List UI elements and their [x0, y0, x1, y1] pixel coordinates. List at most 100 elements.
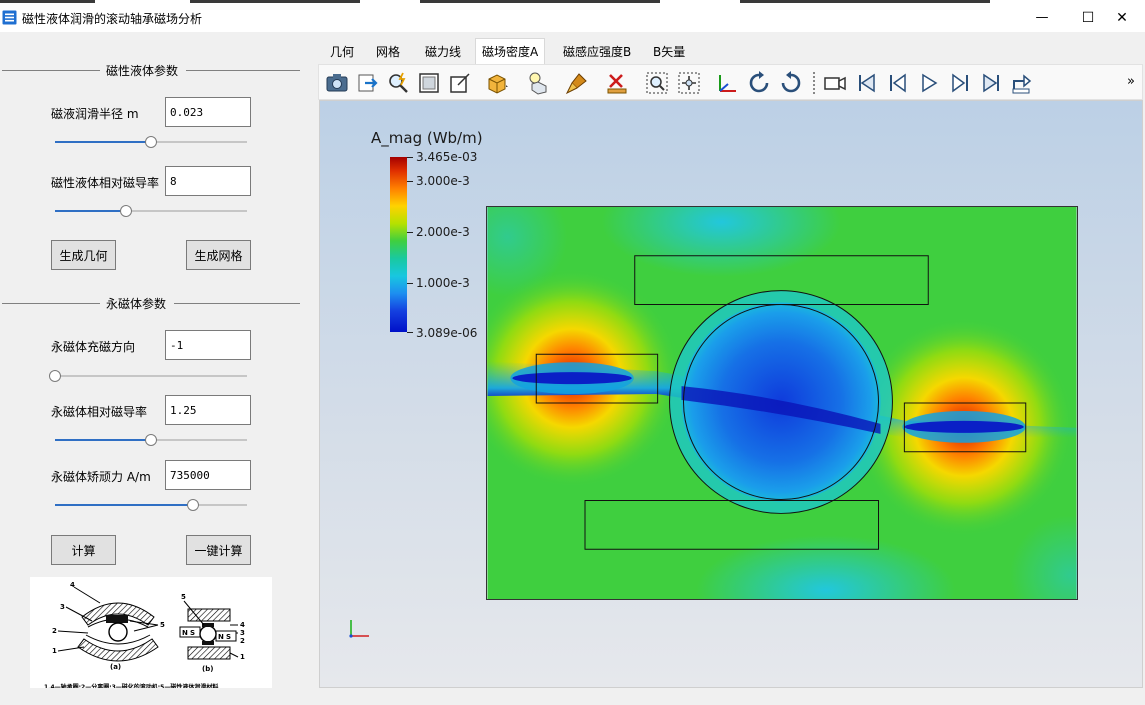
axes-icon[interactable]	[715, 71, 739, 95]
slider-thumb[interactable]	[49, 370, 61, 382]
diagram-sublabel-b: (b)	[202, 665, 213, 673]
toolbar-overflow-button[interactable]: »	[1127, 74, 1135, 89]
radius-slider[interactable]	[55, 136, 247, 148]
representation-icon[interactable]	[485, 71, 509, 95]
one-click-compute-button[interactable]: 一键计算	[186, 535, 251, 565]
magnet-permeability-label: 永磁体相对磁导率	[51, 405, 148, 419]
magnet-permeability-slider[interactable]	[55, 434, 247, 446]
colorbar-title: A_mag (Wb/m)	[371, 129, 483, 147]
colorbar-tick-label: 1.000e-3	[416, 276, 470, 290]
colorbar-tick	[407, 283, 413, 284]
slider-thumb[interactable]	[145, 136, 157, 148]
edit-icon[interactable]	[448, 71, 472, 95]
coercivity-slider[interactable]	[55, 499, 247, 511]
colorbar-tick	[407, 181, 413, 182]
tab-b-vector[interactable]: B矢量	[647, 38, 691, 64]
colorbar-tick	[407, 332, 413, 333]
generate-mesh-button[interactable]: 生成网格	[186, 240, 251, 270]
app-icon	[2, 10, 17, 25]
magnet-pole-label: S	[226, 633, 231, 641]
zoom-box-icon[interactable]	[645, 71, 669, 95]
close-icon: ✕	[1116, 9, 1128, 26]
first-frame-icon[interactable]	[855, 71, 879, 95]
magnet-section-title: 永磁体参数	[106, 297, 167, 311]
clear-icon[interactable]	[605, 71, 629, 95]
magnetization-label: 永磁体充磁方向	[51, 340, 136, 354]
magnet-permeability-input[interactable]	[165, 395, 251, 425]
slider-thumb[interactable]	[120, 205, 133, 217]
brush-icon[interactable]	[565, 71, 589, 95]
diagram-label: 2	[52, 627, 57, 635]
diagram-label: 3	[60, 603, 65, 611]
diagram-label: 2	[240, 637, 245, 645]
slider-thumb[interactable]	[145, 434, 157, 446]
window-title: 磁性液体润滑的滚动轴承磁场分析	[22, 12, 203, 26]
lighting-icon[interactable]	[526, 71, 550, 95]
parameter-panel: 磁性液体参数 磁液润滑半径 m 磁性液体相对磁导率 生成几何 生成网格 永磁体参…	[0, 32, 308, 705]
generate-geometry-button[interactable]: 生成几何	[51, 240, 116, 270]
zoom-fit-icon[interactable]	[677, 71, 701, 95]
radius-label: 磁液润滑半径 m	[51, 107, 139, 121]
bearing-diagram-drawing: 4 3 2 1 5 (a) N S N S 5 4 3 2 1 (b)	[44, 581, 245, 691]
camera-icon[interactable]	[325, 71, 349, 95]
tab-geometry[interactable]: 几何	[324, 38, 360, 64]
last-frame-icon[interactable]	[979, 71, 1003, 95]
toolbar-separator	[813, 72, 815, 94]
coercivity-label: 永磁体矫顽力 A/m	[51, 470, 151, 484]
orientation-axes-icon	[349, 620, 369, 638]
colorbar-tick-label: 3.000e-3	[416, 174, 470, 188]
colorbar-tick-label: 2.000e-3	[416, 225, 470, 239]
colorbar-tick	[407, 232, 413, 233]
app-window: 磁性液体润滑的滚动轴承磁场分析 — ☐ ✕ 磁性液体参数 磁液润滑半径 m 磁性…	[0, 0, 1145, 705]
magnet-section-header: 永磁体参数	[0, 295, 300, 311]
bearing-diagram: 4 3 2 1 5 (a) N S N S 5 4 3 2 1 (b)	[30, 577, 272, 697]
render-toolbar: »	[318, 64, 1143, 100]
diagram-label: 3	[240, 629, 245, 637]
query-icon[interactable]	[386, 71, 410, 95]
colorbar	[390, 157, 407, 332]
slider-thumb[interactable]	[187, 499, 200, 511]
radius-input[interactable]	[165, 97, 251, 127]
next-frame-icon[interactable]	[948, 71, 972, 95]
diagram-label: 4	[240, 621, 245, 629]
permeability-label: 磁性液体相对磁导率	[51, 176, 160, 190]
magnet-pole-label: N	[182, 629, 188, 637]
rotate-cw-icon[interactable]	[747, 71, 771, 95]
tab-mesh[interactable]: 网格	[370, 38, 406, 64]
prev-frame-icon[interactable]	[886, 71, 910, 95]
loop-icon[interactable]	[1010, 71, 1034, 95]
record-icon[interactable]	[823, 71, 847, 95]
diagram-label: 1	[52, 647, 57, 655]
rotate-ccw-icon[interactable]	[779, 71, 803, 95]
diagram-sublabel-a: (a)	[110, 663, 121, 671]
coercivity-input[interactable]	[165, 460, 251, 490]
magnetization-slider[interactable]	[49, 370, 247, 382]
colorbar-max-label: 3.465e-03	[416, 150, 478, 164]
magnetic-fluid-section-title: 磁性液体参数	[106, 64, 179, 78]
diagram-label: 4	[70, 581, 75, 589]
tab-flux-density-b[interactable]: 磁感应强度B	[557, 38, 637, 64]
export-icon[interactable]	[356, 71, 380, 95]
render-viewport[interactable]: A_mag (Wb/m) 3.465e-03 3.000e-3 2.000e-3…	[319, 100, 1143, 688]
permeability-input[interactable]	[165, 166, 251, 196]
minimize-icon: —	[1035, 10, 1049, 25]
colorbar-tick	[407, 157, 413, 158]
status-strip	[0, 688, 1145, 705]
minimize-button[interactable]: —	[1019, 3, 1065, 32]
play-icon[interactable]	[917, 71, 941, 95]
diagram-label: 5	[160, 621, 165, 629]
diagram-label: 5	[181, 593, 186, 601]
magnet-pole-label: N	[218, 633, 224, 641]
diagram-label: 1	[240, 653, 245, 661]
compute-button[interactable]: 计算	[51, 535, 116, 565]
colorbar-min-label: 3.089e-06	[416, 326, 478, 340]
magnetic-field-plot[interactable]	[486, 206, 1078, 600]
magnetization-input[interactable]	[165, 330, 251, 360]
magnet-pole-label: S	[190, 629, 195, 637]
tab-field-lines[interactable]: 磁力线	[419, 38, 467, 64]
tab-field-density-a[interactable]: 磁场密度A	[475, 38, 546, 64]
close-button[interactable]: ✕	[1099, 3, 1145, 32]
maximize-icon: ☐	[1081, 9, 1095, 26]
permeability-slider[interactable]	[55, 205, 247, 217]
select-icon[interactable]	[417, 71, 441, 95]
